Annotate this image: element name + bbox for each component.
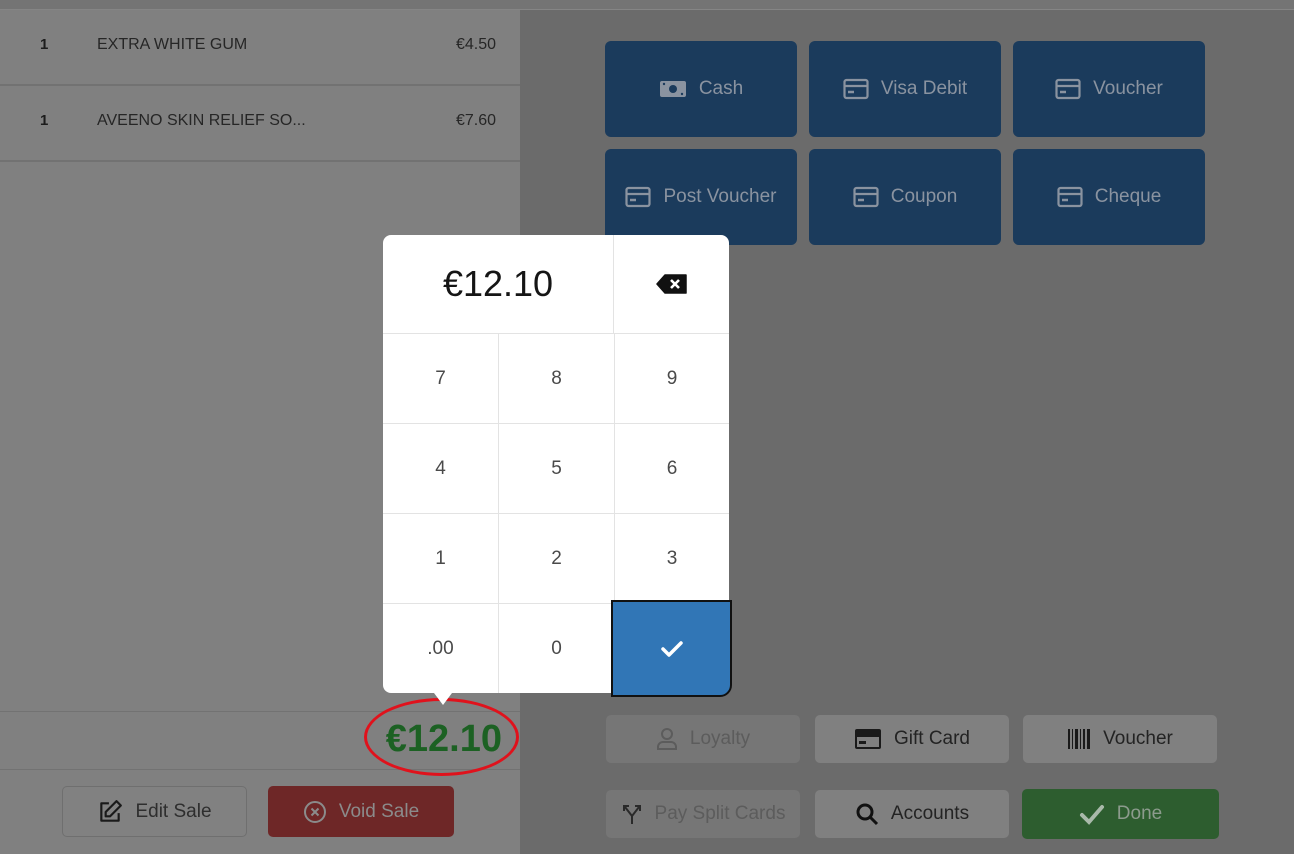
edit-sale-button[interactable]: Edit Sale xyxy=(62,786,247,837)
keypad-key[interactable]: 9 xyxy=(615,334,729,424)
gift-card-button[interactable]: Gift Card xyxy=(815,715,1009,763)
total-row: €12.10 xyxy=(0,711,520,770)
payment-label: Coupon xyxy=(890,186,958,207)
keypad-pointer-arrow xyxy=(434,693,452,705)
void-sale-label: Void Sale xyxy=(338,800,420,822)
keypad-key[interactable]: 2 xyxy=(499,514,615,604)
payment-label: Voucher xyxy=(1093,78,1163,99)
accounts-label: Accounts xyxy=(890,803,970,824)
sale-item-row[interactable]: 1 AVEENO SKIN RELIEF SO... €7.60 xyxy=(0,86,520,162)
cancel-circle-icon xyxy=(303,800,326,823)
voucher-button[interactable]: Voucher xyxy=(1023,715,1217,763)
barcode-icon xyxy=(1068,729,1091,749)
gift-card-icon xyxy=(854,729,881,749)
done-button[interactable]: Done xyxy=(1022,789,1219,839)
edit-icon xyxy=(100,799,123,822)
loyalty-button[interactable]: Loyalty xyxy=(606,715,800,763)
keypad-key[interactable]: 7 xyxy=(383,334,499,424)
credit-card-icon xyxy=(625,186,652,208)
payment-coupon[interactable]: Coupon xyxy=(809,149,1001,245)
loyalty-label: Loyalty xyxy=(689,728,751,749)
void-sale-button[interactable]: Void Sale xyxy=(268,786,454,837)
voucher-label: Voucher xyxy=(1103,728,1173,749)
keypad-key[interactable]: 4 xyxy=(383,424,499,514)
keypad-key[interactable]: .00 xyxy=(383,604,499,693)
top-strip xyxy=(0,0,1294,10)
item-qty: 1 xyxy=(40,36,49,53)
credit-card-icon xyxy=(853,186,879,208)
check-icon xyxy=(660,640,683,657)
pay-split-cards-label: Pay Split Cards xyxy=(654,803,786,824)
item-price: €4.50 xyxy=(455,36,496,53)
payment-visa-debit[interactable]: Visa Debit xyxy=(809,41,1001,137)
keypad-enter-button[interactable] xyxy=(611,600,732,697)
keypad-key[interactable]: 6 xyxy=(615,424,729,514)
payment-label: Post Voucher xyxy=(663,186,777,207)
keypad-key[interactable]: 8 xyxy=(499,334,615,424)
keypad-key[interactable]: 3 xyxy=(615,514,729,604)
item-price: €7.60 xyxy=(455,112,496,129)
credit-card-icon xyxy=(1057,186,1083,208)
keypad-display: €12.10 xyxy=(383,235,614,334)
search-icon xyxy=(856,803,878,826)
payment-cash[interactable]: Cash xyxy=(605,41,797,137)
backspace-button[interactable] xyxy=(614,235,729,334)
keypad-key[interactable]: 0 xyxy=(499,604,615,693)
accounts-button[interactable]: Accounts xyxy=(815,790,1009,838)
user-icon xyxy=(656,728,677,750)
item-qty: 1 xyxy=(40,112,49,129)
edit-sale-label: Edit Sale xyxy=(135,800,212,822)
split-icon xyxy=(622,805,641,824)
payment-label: Visa Debit xyxy=(880,78,968,99)
sale-total[interactable]: €12.10 xyxy=(386,718,502,761)
keypad-key[interactable]: 1 xyxy=(383,514,499,604)
backspace-icon xyxy=(655,274,687,294)
check-icon xyxy=(1079,805,1104,825)
item-name: AVEENO SKIN RELIEF SO... xyxy=(97,112,306,129)
keypad-key[interactable]: 5 xyxy=(499,424,615,514)
gift-card-label: Gift Card xyxy=(893,728,971,749)
payment-label: Cheque xyxy=(1094,186,1162,207)
sale-item-row[interactable]: 1 EXTRA WHITE GUM €4.50 xyxy=(0,10,520,86)
credit-card-icon xyxy=(843,78,869,100)
item-name: EXTRA WHITE GUM xyxy=(97,36,248,53)
cash-icon xyxy=(659,81,686,97)
payment-post-voucher[interactable]: Post Voucher xyxy=(605,149,797,245)
payment-cheque[interactable]: Cheque xyxy=(1013,149,1205,245)
credit-card-icon xyxy=(1055,78,1081,100)
payment-voucher[interactable]: Voucher xyxy=(1013,41,1205,137)
amount-keypad-popup: €12.10 7 8 9 4 5 6 1 2 3 .00 0 xyxy=(383,235,732,697)
pay-split-cards-button[interactable]: Pay Split Cards xyxy=(606,790,800,838)
payment-label: Cash xyxy=(698,78,744,99)
done-label: Done xyxy=(1116,803,1163,824)
